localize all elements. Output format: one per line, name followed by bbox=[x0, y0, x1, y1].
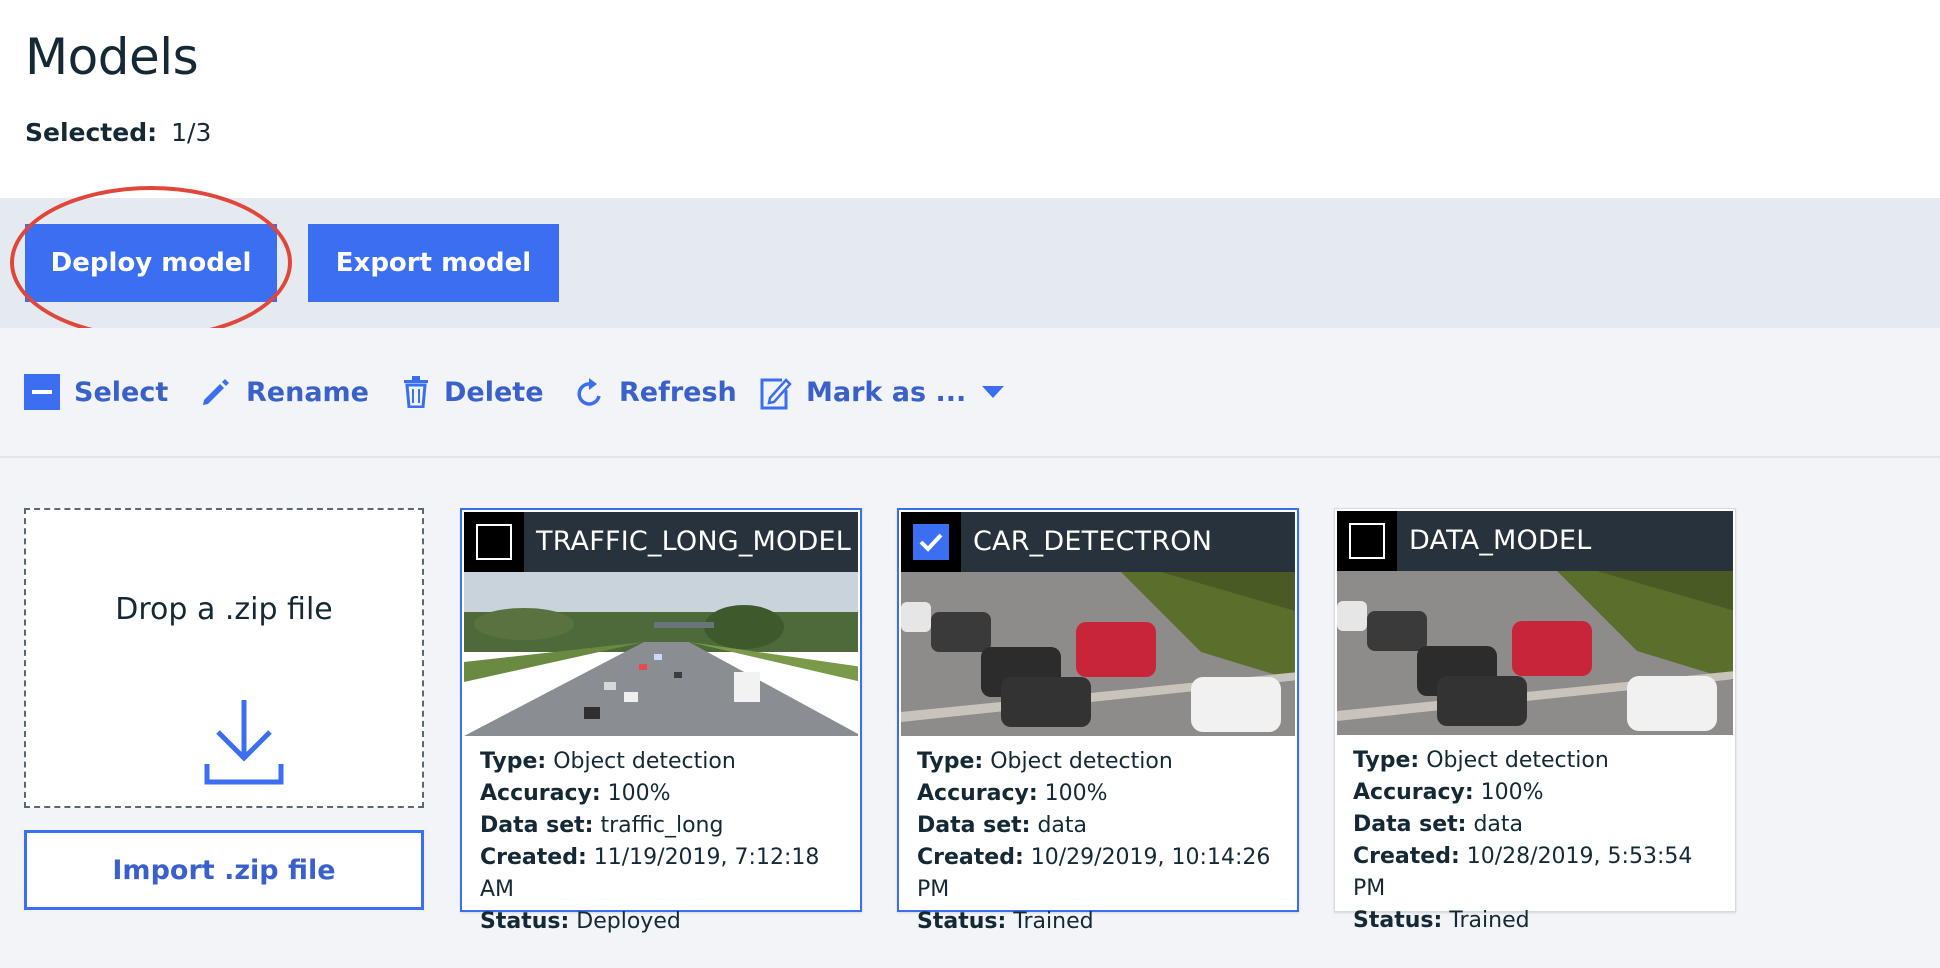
model-created-row: Created: 11/19/2019, 7:12:18 AM bbox=[480, 845, 820, 902]
model-type-row: Type: Object detection bbox=[1353, 748, 1609, 773]
model-status-row: Status: Trained bbox=[1353, 908, 1530, 933]
select-label: Select bbox=[74, 376, 169, 408]
caret-down-icon bbox=[982, 386, 1005, 398]
model-details: Type: Object detection Accuracy: 100% Da… bbox=[480, 746, 852, 938]
page-header: Models Selected: 1/3 bbox=[0, 0, 1940, 198]
dropzone-text: Drop a .zip file bbox=[115, 592, 333, 627]
download-icon bbox=[204, 700, 284, 785]
selected-label: Selected: bbox=[25, 118, 158, 147]
card-checkbox[interactable] bbox=[1337, 511, 1397, 571]
card-header: TRAFFIC_LONG_MODEL bbox=[464, 512, 858, 572]
model-status-row: Status: Trained bbox=[917, 909, 1094, 934]
model-card[interactable]: TRAFFIC_LONG_MODEL Type: Object detectio… bbox=[460, 508, 862, 934]
rename-button[interactable]: Rename bbox=[200, 368, 369, 416]
card-header: DATA_MODEL bbox=[1337, 511, 1733, 571]
export-model-button[interactable]: Export model bbox=[308, 224, 559, 302]
mark-as-label: Mark as ... bbox=[806, 376, 967, 408]
zip-dropzone[interactable]: Drop a .zip file bbox=[24, 508, 424, 808]
model-name: CAR_DETECTRON bbox=[973, 526, 1213, 557]
refresh-label: Refresh bbox=[619, 376, 737, 408]
checkmark-icon bbox=[919, 533, 943, 552]
model-accuracy-row: Accuracy: 100% bbox=[480, 781, 671, 806]
model-dataset-row: Data set: data bbox=[1353, 812, 1524, 837]
model-name: TRAFFIC_LONG_MODEL bbox=[536, 526, 851, 557]
refresh-button[interactable]: Refresh bbox=[575, 368, 737, 416]
model-created-row: Created: 10/29/2019, 10:14:26 PM bbox=[917, 845, 1271, 902]
model-accuracy-row: Accuracy: 100% bbox=[1353, 780, 1544, 805]
pencil-icon bbox=[203, 379, 229, 405]
selected-value: 1/3 bbox=[171, 118, 212, 147]
selection-count: Selected: 1/3 bbox=[25, 118, 211, 147]
model-thumbnail bbox=[901, 572, 1295, 736]
import-zip-button[interactable]: Import .zip file bbox=[24, 830, 424, 910]
model-type-row: Type: Object detection bbox=[480, 749, 736, 774]
model-name: DATA_MODEL bbox=[1409, 525, 1592, 556]
trash-icon bbox=[404, 376, 428, 408]
page-title: Models bbox=[25, 28, 199, 86]
edit-icon bbox=[760, 378, 792, 410]
toolbar: Select Rename Delete Refresh Mark as ... bbox=[0, 328, 1940, 458]
model-thumbnail bbox=[1337, 571, 1733, 735]
model-thumbnail bbox=[464, 572, 858, 736]
model-type-row: Type: Object detection bbox=[917, 749, 1173, 774]
model-dataset-row: Data set: traffic_long bbox=[480, 813, 724, 838]
select-all-button[interactable]: Select bbox=[24, 368, 168, 416]
card-header: CAR_DETECTRON bbox=[901, 512, 1295, 572]
model-created-row: Created: 10/28/2019, 5:53:54 PM bbox=[1353, 844, 1693, 901]
model-details: Type: Object detection Accuracy: 100% Da… bbox=[917, 746, 1289, 938]
card-checkbox[interactable] bbox=[464, 512, 524, 572]
model-dataset-row: Data set: data bbox=[917, 813, 1088, 838]
action-bar: Deploy model Export model bbox=[0, 198, 1940, 328]
deploy-model-button[interactable]: Deploy model bbox=[25, 224, 277, 302]
rename-label: Rename bbox=[246, 376, 369, 408]
card-checkbox[interactable] bbox=[901, 512, 961, 572]
model-accuracy-row: Accuracy: 100% bbox=[917, 781, 1108, 806]
delete-button[interactable]: Delete bbox=[402, 368, 544, 416]
model-card[interactable]: DATA_MODEL Type: Object detection Accura… bbox=[1334, 508, 1736, 933]
refresh-icon bbox=[577, 378, 601, 406]
mark-as-dropdown[interactable]: Mark as ... bbox=[758, 368, 1005, 416]
model-details: Type: Object detection Accuracy: 100% Da… bbox=[1353, 745, 1727, 937]
indeterminate-checkbox-icon bbox=[24, 374, 60, 410]
delete-label: Delete bbox=[444, 376, 544, 408]
models-grid: Drop a .zip file Import .zip file TRAFFI… bbox=[0, 460, 1940, 968]
model-status-row: Status: Deployed bbox=[480, 909, 681, 934]
model-card[interactable]: CAR_DETECTRON Type: Object detection Acc… bbox=[897, 508, 1299, 934]
